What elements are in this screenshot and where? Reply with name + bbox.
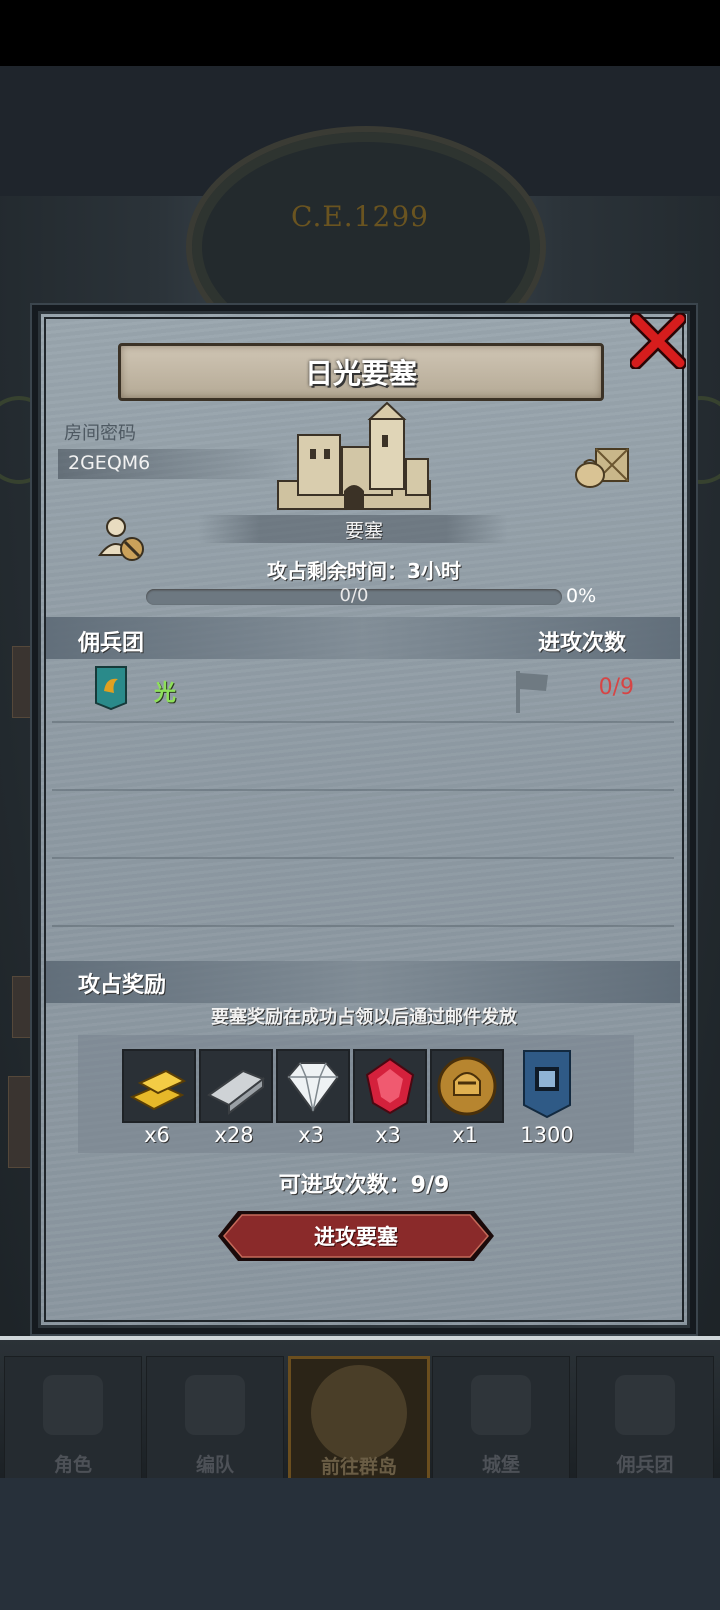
nav-item-islands[interactable]: 前往群岛: [288, 1356, 430, 1488]
compass-map-icon: [311, 1365, 407, 1461]
attacks-remaining: 可进攻次数：9/9: [278, 1173, 450, 1198]
status-bar-area: [0, 0, 720, 66]
bottom-nav: 角色 编队 前往群岛 城堡 佣兵团: [0, 1336, 720, 1488]
mercenary-icon: [615, 1375, 675, 1435]
nav-label: 佣兵团: [616, 1454, 674, 1476]
row-divider: [52, 857, 674, 859]
guild-name[interactable]: 光: [154, 675, 176, 707]
nav-item-castle[interactable]: 城堡: [432, 1356, 570, 1484]
reward-item[interactable]: [276, 1049, 350, 1123]
reward-count: x3: [298, 1123, 324, 1147]
reward-count: x28: [214, 1123, 254, 1147]
row-divider: [52, 789, 674, 791]
capture-progress-text: 0/0: [339, 585, 369, 606]
nav-label: 前往群岛: [320, 1456, 397, 1478]
flag-icon: [516, 671, 548, 713]
reward-count: 1300: [520, 1123, 574, 1147]
title-banner: 日光要塞: [118, 343, 604, 401]
close-icon[interactable]: [630, 313, 686, 369]
reward-note: 要塞奖励在成功占领以后通过邮件发放: [211, 1007, 517, 1028]
fortress-icon: [277, 401, 431, 510]
nav-label: 编队: [195, 1454, 234, 1476]
knight-helmet-medal-icon: [437, 1056, 497, 1116]
nav-item-mercenary[interactable]: 佣兵团: [576, 1356, 714, 1484]
attack-fortress-button[interactable]: 进攻要塞: [216, 1209, 496, 1263]
mercenary-header: 佣兵团: [78, 631, 145, 656]
iron-ingot-icon: [207, 1069, 266, 1116]
castle-icon: [471, 1375, 531, 1435]
attack-count-header: 进攻次数: [538, 631, 627, 656]
dialog-title: 日光要塞: [304, 357, 417, 390]
reward-item[interactable]: [522, 1049, 572, 1119]
guild-emblem-icon: [95, 666, 127, 711]
reward-count: x6: [144, 1123, 170, 1147]
room-code-label: 房间密码: [64, 423, 136, 444]
helmet-icon: [185, 1375, 245, 1435]
fortress-banner-icon: [523, 1050, 571, 1119]
row-divider: [52, 925, 674, 927]
system-nav-area: [0, 1478, 720, 1610]
attack-time-remaining: 攻占剩余时间：3小时: [267, 559, 461, 583]
reward-header: 攻占奖励: [78, 973, 167, 998]
room-code[interactable]: 2GEQM6: [68, 452, 150, 474]
reward-item[interactable]: [199, 1049, 273, 1123]
side-decor: [8, 1076, 32, 1168]
gold-bars-icon: [129, 1069, 187, 1111]
ruby-icon: [365, 1057, 415, 1115]
reward-item[interactable]: [430, 1049, 504, 1123]
nav-label: 城堡: [481, 1454, 520, 1476]
knight-icon: [43, 1375, 103, 1435]
nav-label: 角色: [53, 1454, 92, 1476]
era-text: C.E.1299: [291, 200, 429, 233]
nav-item-character[interactable]: 角色: [4, 1356, 142, 1484]
supply-bag-icon[interactable]: [572, 441, 634, 491]
reward-count: x3: [375, 1123, 401, 1147]
castle-label: 要塞: [344, 520, 383, 542]
guild-attack-count: 0/9: [598, 675, 634, 700]
reward-item[interactable]: [122, 1049, 196, 1123]
diamond-icon: [286, 1062, 340, 1113]
reward-item[interactable]: [353, 1049, 427, 1123]
capture-progress-percent: 0%: [566, 585, 597, 607]
reward-count: x1: [452, 1123, 478, 1147]
row-divider: [52, 721, 674, 723]
nav-item-formation[interactable]: 编队: [146, 1356, 284, 1484]
attack-button-label: 进攻要塞: [314, 1225, 398, 1249]
fortress-dialog: 日光要塞 房间密码 2GEQM6 要塞 攻占剩余时间：3小时 0/0 0% 佣兵…: [32, 305, 696, 1334]
